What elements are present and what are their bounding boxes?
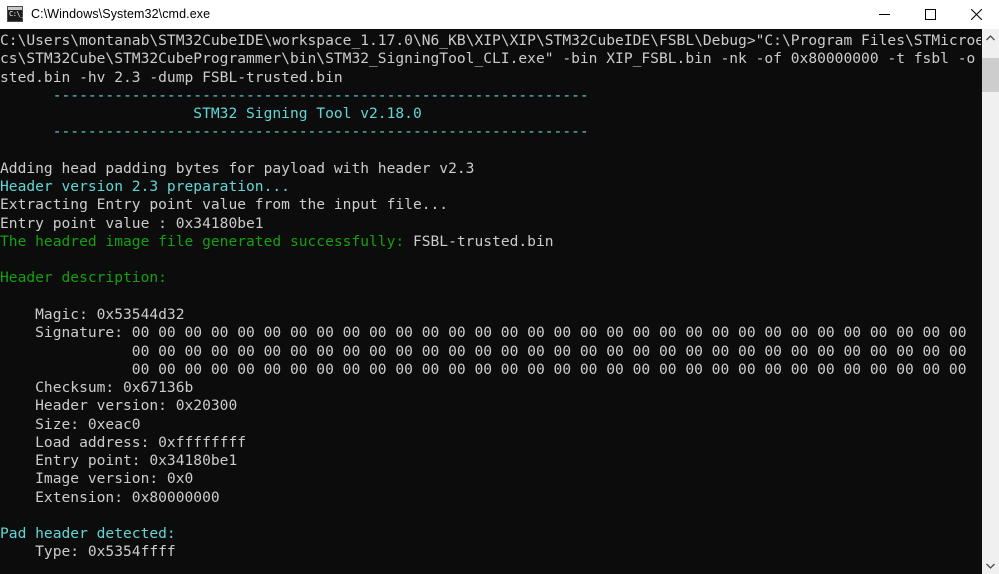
console-text-buffer: C:\Users\montanab\STM32CubeIDE\workspace… xyxy=(0,32,981,562)
scrollbar-thumb[interactable] xyxy=(982,58,999,92)
console-text-segment: FSBL-trusted.bin xyxy=(412,232,554,250)
console-line: Entry point value : 0x34180be1 xyxy=(0,215,981,233)
console-text-segment: STM32 Signing Tool v2.18.0 xyxy=(0,105,422,123)
close-button[interactable] xyxy=(953,0,999,28)
window-title: C:\Windows\System32\cmd.exe xyxy=(31,7,211,21)
close-icon xyxy=(970,8,982,20)
console-line: Entry point: 0x34180be1 xyxy=(0,452,981,470)
window-controls xyxy=(861,0,999,28)
console-area: C:\Users\montanab\STM32CubeIDE\workspace… xyxy=(0,29,999,574)
console-line: C:\Users\montanab\STM32CubeIDE\workspace… xyxy=(0,32,981,50)
console-line: ----------------------------------------… xyxy=(0,87,981,105)
console-text-segment: Load address: 0xffffffff xyxy=(0,433,247,451)
console-line: Header version: 0x20300 xyxy=(0,397,981,415)
scroll-up-button[interactable] xyxy=(982,29,999,46)
console-line: 00 00 00 00 00 00 00 00 00 00 00 00 00 0… xyxy=(0,343,981,361)
minimize-icon xyxy=(878,13,890,15)
console-line: Header description: xyxy=(0,269,981,287)
console-output[interactable]: C:\Users\montanab\STM32CubeIDE\workspace… xyxy=(0,29,981,574)
console-text-segment: C:\Users\montanab\STM32CubeIDE\workspace… xyxy=(0,32,981,49)
console-text-segment: Header version 2.3 preparation... xyxy=(0,178,290,196)
console-text-segment: sted.bin -hv 2.3 -dump FSBL-trusted.bin xyxy=(0,68,343,86)
console-text-segment: Header description: xyxy=(0,269,167,287)
console-text-segment: The headred image file generated success… xyxy=(0,232,413,250)
maximize-icon xyxy=(924,8,936,20)
console-line: Image version: 0x0 xyxy=(0,470,981,488)
console-text-segment: Magic: 0x53544d32 xyxy=(0,305,185,323)
console-text-segment: ----------------------------------------… xyxy=(0,86,589,104)
scroll-down-button[interactable] xyxy=(982,557,999,574)
icon-prompt-text: C:\_ xyxy=(9,10,24,18)
chevron-down-icon xyxy=(986,563,995,569)
console-text-segment: Entry point value : 0x34180be1 xyxy=(0,214,264,232)
console-line: Header version 2.3 preparation... xyxy=(0,178,981,196)
console-text-segment: Type: 0x5354ffff xyxy=(0,543,176,561)
minimize-button[interactable] xyxy=(861,0,907,28)
console-text-segment: Size: 0xeac0 xyxy=(0,415,141,433)
cmd-console-icon: C:\_ xyxy=(7,6,24,22)
console-line: 00 00 00 00 00 00 00 00 00 00 00 00 00 0… xyxy=(0,361,981,379)
console-text-segment: Header version: 0x20300 xyxy=(0,397,238,415)
console-line: ----------------------------------------… xyxy=(0,123,981,141)
console-line: STM32 Signing Tool v2.18.0 xyxy=(0,105,981,123)
console-line: Load address: 0xffffffff xyxy=(0,434,981,452)
console-text-segment: ----------------------------------------… xyxy=(0,123,589,141)
console-line: Type: 0x5354ffff xyxy=(0,543,981,561)
console-text-segment: Entry point: 0x34180be1 xyxy=(0,452,238,470)
console-line: The headred image file generated success… xyxy=(0,233,981,251)
console-text-segment: cs\STM32Cube\STM32CubeProgrammer\bin\STM… xyxy=(0,50,981,68)
title-bar[interactable]: C:\_ C:\Windows\System32\cmd.exe xyxy=(0,0,999,29)
console-line: sted.bin -hv 2.3 -dump FSBL-trusted.bin xyxy=(0,69,981,87)
console-text-segment: Adding head padding bytes for payload wi… xyxy=(0,159,475,177)
scrollbar-track[interactable] xyxy=(982,46,999,557)
console-text-segment: Extension: 0x80000000 xyxy=(0,488,220,506)
maximize-button[interactable] xyxy=(907,0,953,28)
vertical-scrollbar[interactable] xyxy=(981,29,999,574)
console-line: Magic: 0x53544d32 xyxy=(0,306,981,324)
console-text-segment: Pad header detected: xyxy=(0,525,176,543)
console-text-segment: 00 00 00 00 00 00 00 00 00 00 00 00 00 0… xyxy=(0,360,967,378)
console-text-segment: Signature: 00 00 00 00 00 00 00 00 00 00… xyxy=(0,324,967,342)
console-text-segment: Extracting Entry point value from the in… xyxy=(0,196,449,214)
console-line: Adding head padding bytes for payload wi… xyxy=(0,160,981,178)
console-line: Extracting Entry point value from the in… xyxy=(0,196,981,214)
console-text-segment: Checksum: 0x67136b xyxy=(0,379,194,397)
console-line: Size: 0xeac0 xyxy=(0,416,981,434)
console-line: Extension: 0x80000000 xyxy=(0,489,981,507)
console-line: Checksum: 0x67136b xyxy=(0,379,981,397)
console-line: Signature: 00 00 00 00 00 00 00 00 00 00… xyxy=(0,324,981,342)
chevron-up-icon xyxy=(986,34,995,40)
console-text-segment: 00 00 00 00 00 00 00 00 00 00 00 00 00 0… xyxy=(0,342,967,360)
console-text-segment: Image version: 0x0 xyxy=(0,470,194,488)
console-line: cs\STM32Cube\STM32CubeProgrammer\bin\STM… xyxy=(0,50,981,68)
cmd-console-window: C:\_ C:\Windows\System32\cmd.exe C:\User… xyxy=(0,0,999,574)
console-line: Pad header detected: xyxy=(0,525,981,543)
